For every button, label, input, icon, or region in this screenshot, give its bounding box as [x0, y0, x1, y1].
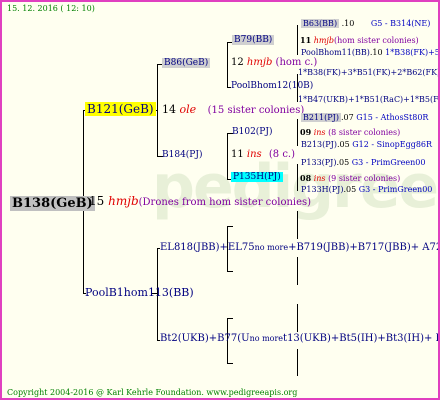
g4-extra: G15 - AthosSt80R [356, 113, 429, 122]
g4-row-1[interactable]: PoolBhom11(BB).10 1*B38(FK)+5 [301, 48, 440, 57]
g4-row-3[interactable]: 1*B47(UKB)+1*B51(RaC)+1*B5(FK) [298, 95, 440, 104]
g4-row-5[interactable]: B213(PJ).05 G12 - SinopEgg86R [301, 141, 432, 149]
root-note: (Drones from hom sister colonies) [138, 197, 312, 208]
qq-info: 12 hmjb (hom c.) [231, 58, 317, 68]
g4-year: .05 [343, 185, 357, 194]
qdd-info: 08 ins (9 sister colonies) [300, 174, 400, 183]
queen-label: B121(GeB) [85, 102, 156, 116]
g4-row-0[interactable]: B63(BB) .10 G5 - B314(NE) [301, 19, 431, 28]
header-date: 15. 12. 2016 ( 12: 10) [7, 4, 95, 13]
gen3-h-c2 [227, 271, 233, 272]
root-year: 15 [89, 194, 105, 208]
qq-label: B86(GeB) [162, 58, 211, 68]
g4-year: .07 [340, 113, 354, 122]
g4-extra: G12 - SinopEgg86R [352, 140, 433, 149]
g4-year: .10 [369, 48, 383, 57]
g4-row-2[interactable]: 1*B38(FK)+3*B51(FK)+2*B62(FK)+1*B65(FK) [298, 68, 440, 77]
qq-note: (hom c.) [275, 57, 318, 68]
dd-more: no more [249, 334, 284, 343]
g4-label: P133(PJ) [301, 158, 337, 167]
footer-copyright[interactable]: Copyright 2004-2016 @ Karl Kehrle Founda… [7, 389, 297, 397]
qqq-note: (hom sister colonies) [334, 36, 419, 45]
gen3-h-c1 [227, 226, 233, 227]
gen2-vertical-top [157, 64, 158, 156]
queen-breeder: ole [179, 103, 197, 116]
dd-label: Bt2(UKB)+B77(U [160, 333, 250, 344]
qq-node[interactable]: B86(GeB) [162, 58, 211, 68]
qd-year: 11 [231, 149, 244, 160]
dd-node[interactable]: Bt2(UKB)+B77(Uno moret13(UKB)+Bt5(IH)+Bt… [160, 333, 440, 344]
root-node[interactable]: B138(GeB) [10, 194, 95, 211]
dd-rest: t13(UKB)+Bt5(IH)+Bt3(IH)+ B [283, 333, 440, 344]
g4-year: .05 [336, 158, 350, 167]
g4-row-6[interactable]: P133(PJ).05 G3 - PrimGreen00 [301, 159, 425, 167]
gen4-vertical-c [297, 119, 298, 146]
qq-breeder: hmjb [246, 57, 273, 68]
root-breeder: hmjb [108, 194, 139, 208]
gen3-vertical-b [227, 133, 228, 179]
g4-year: .10 [341, 19, 355, 28]
g4-label: 1*B47(UKB)+1*B51(RaC)+1*B5(FK) [298, 95, 440, 104]
dq-more: no more [254, 243, 289, 252]
gen3-h-d1 [227, 318, 233, 319]
drone-label: PoolB1hom113(BB) [85, 286, 194, 299]
qqq-node[interactable]: B79(BB) [232, 35, 275, 45]
gen4-vertical-a [297, 25, 298, 55]
pedigree-frame: pedigree 15. 12. 2016 ( 12: 10) B138(GeB… [0, 0, 440, 400]
g4-extra: G3 - PrimGreen00 [358, 185, 433, 194]
qdq-info: 09 ins (8 sister colonies) [300, 128, 400, 137]
g4-label: PoolBhom11(BB) [301, 48, 370, 57]
g4-year: .05 [336, 140, 350, 149]
qqq-year: 11 [300, 35, 312, 45]
dq-node[interactable]: EL818(JBB)+EL75no more+B719(JBB)+B717(JB… [160, 242, 440, 253]
gen4-vertical-f [297, 257, 298, 285]
drone-node[interactable]: PoolB1hom113(BB) [85, 287, 194, 298]
g4-extra: G5 - B314(NE) [370, 19, 431, 28]
dq-label: EL818(JBB)+EL75 [160, 242, 255, 253]
qdq-label: B102(PJ) [232, 127, 273, 137]
qqd-node[interactable]: PoolBhom12(10B) [231, 82, 313, 91]
queen-node[interactable]: B121(GeB) [85, 102, 156, 116]
queen-year: 14 [162, 103, 176, 116]
qdd-breeder: ins [313, 174, 326, 183]
qdd-note: (9 sister colonies) [328, 174, 401, 183]
qdd-label: P135H(PJ) [231, 172, 283, 182]
qd-note: (8 c.) [268, 149, 296, 160]
qdq-breeder: ins [313, 128, 326, 137]
qdd-year: 08 [300, 173, 312, 183]
g4-extra: G3 - PrimGreen00 [351, 158, 426, 167]
qqq-breeder: hmjb [313, 36, 335, 45]
qq-year: 12 [231, 57, 244, 68]
g4-label: P133H(PJ) [301, 185, 344, 194]
qqq-label: B79(BB) [232, 35, 275, 45]
gen4-vertical-h [297, 349, 298, 376]
qd-info: 11 ins (8 c.) [231, 150, 295, 160]
qdd-node[interactable]: P135H(PJ) [231, 172, 283, 182]
g4-label: B211(PJ) [301, 113, 341, 122]
dq-rest: +B719(JBB)+B717(JBB)+ A721F [288, 242, 440, 253]
g4-extra: 1*B38(FK)+5 [385, 48, 440, 57]
qqq-info: 11 hmjb(hom sister colonies) [300, 36, 419, 45]
queen-info: 14 ole (15 sister colonies) [162, 104, 304, 116]
g4-row-7[interactable]: P133H(PJ).05 G3 - PrimGreen00 [301, 186, 432, 194]
gen4-vertical-g [297, 304, 298, 332]
qdq-note: (8 sister colonies) [328, 128, 401, 137]
gen4-vertical-e [297, 211, 298, 239]
gen4-vertical-d [297, 164, 298, 191]
queen-note: (15 sister colonies) [207, 105, 305, 116]
qd-node[interactable]: B184(PJ) [162, 151, 202, 160]
qqd-label: PoolBhom12(10B) [231, 81, 314, 91]
g4-label: 1*B38(FK)+3*B51(FK)+2*B62(FK)+1*B65(FK) [298, 68, 440, 77]
qd-breeder: ins [246, 149, 262, 160]
root-info: 15 hmjb(Drones from hom sister colonies) [89, 195, 311, 208]
qdq-node[interactable]: B102(PJ) [232, 128, 272, 137]
root-label: B138(GeB) [10, 196, 95, 211]
qdq-year: 09 [300, 127, 312, 137]
gen3-vertical-a [227, 42, 228, 87]
g4-label: B213(PJ) [301, 140, 337, 149]
g4-row-4[interactable]: B211(PJ) .07 G15 - AthosSt80R [301, 113, 429, 122]
qd-label: B184(PJ) [162, 150, 203, 160]
g4-label: B63(BB) [301, 19, 340, 28]
gen3-h-d2 [227, 363, 233, 364]
